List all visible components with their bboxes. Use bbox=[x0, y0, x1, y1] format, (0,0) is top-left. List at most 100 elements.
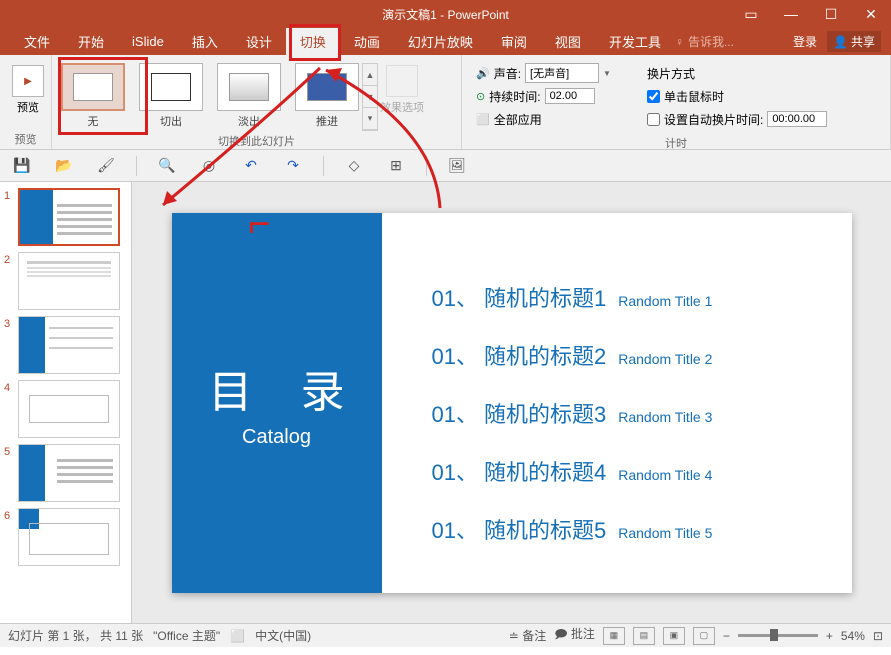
tab-insert[interactable]: 插入 bbox=[178, 28, 232, 55]
timing-group: 🔊声音:[无声音]▼ ⊙持续时间:02.00 ⬜全部应用 换片方式 单击鼠标时 … bbox=[462, 55, 891, 149]
arrow-down-icon[interactable]: ▼ bbox=[363, 86, 377, 108]
shape-icon[interactable]: ◇ bbox=[342, 154, 366, 178]
slide-row[interactable]: 01、随机的标题5Random Title 5 bbox=[432, 513, 832, 545]
redo-icon[interactable]: ↷ bbox=[281, 154, 305, 178]
thumb-6[interactable]: 6 bbox=[4, 508, 127, 566]
apply-all-button[interactable]: 全部应用 bbox=[494, 111, 542, 128]
comments-button[interactable]: 🗩 批注 bbox=[554, 625, 595, 646]
minimize-button[interactable]: — bbox=[771, 0, 811, 28]
slide-content[interactable]: 01、随机的标题1Random Title 1 01、随机的标题2Random T… bbox=[432, 281, 832, 571]
annotation-number: ⌐ bbox=[248, 200, 271, 247]
image-icon[interactable]: 🖼 bbox=[445, 154, 469, 178]
tab-home[interactable]: 开始 bbox=[64, 28, 118, 55]
ribbon-tabs: 文件 开始 iSlide 插入 设计 切换 动画 幻灯片放映 审阅 视图 开发工… bbox=[0, 28, 891, 55]
title-bar: 演示文稿1 - PowerPoint ▭ — ☐ ✕ bbox=[0, 0, 891, 28]
tab-design[interactable]: 设计 bbox=[232, 28, 286, 55]
gallery-group-label: 切换到此幻灯片 bbox=[58, 131, 455, 149]
search-icon[interactable]: 🔍 bbox=[155, 154, 179, 178]
window-title: 演示文稿1 - PowerPoint bbox=[382, 6, 509, 23]
slide-row[interactable]: 01、随机的标题3Random Title 3 bbox=[432, 397, 832, 429]
ribbon-display-icon[interactable]: ▭ bbox=[731, 0, 771, 28]
sorter-view-icon[interactable]: ▤ bbox=[633, 627, 655, 645]
target-icon[interactable]: ◎ bbox=[197, 154, 221, 178]
duration-icon: ⊙ bbox=[476, 90, 485, 103]
auto-after-checkbox[interactable] bbox=[647, 113, 660, 126]
spellcheck-icon[interactable]: ⬜ bbox=[230, 629, 245, 643]
tab-transition[interactable]: 切换 bbox=[286, 28, 340, 55]
tell-me[interactable]: ♀告诉我... bbox=[675, 33, 734, 50]
auto-after-input[interactable]: 00:00.00 bbox=[767, 111, 827, 127]
effect-options: 效果选项 bbox=[378, 59, 426, 131]
duration-input[interactable]: 02.00 bbox=[545, 88, 595, 104]
open-icon[interactable]: 📂 bbox=[52, 154, 76, 178]
fit-window-icon[interactable]: ⊡ bbox=[873, 629, 883, 643]
thumb-4[interactable]: 4 bbox=[4, 380, 127, 438]
tab-file[interactable]: 文件 bbox=[10, 28, 64, 55]
save-icon[interactable]: 💾 bbox=[10, 154, 34, 178]
advance-label: 换片方式 bbox=[647, 63, 827, 83]
slide-count[interactable]: 幻灯片 第 1 张， 共 11 张 bbox=[8, 627, 143, 644]
thumb-3[interactable]: 3 bbox=[4, 316, 127, 374]
slide-row[interactable]: 01、随机的标题4Random Title 4 bbox=[432, 455, 832, 487]
timing-group-label: 计时 bbox=[468, 133, 884, 151]
notes-button[interactable]: ≐ 备注 bbox=[509, 627, 546, 644]
slide-row[interactable]: 01、随机的标题2Random Title 2 bbox=[432, 339, 832, 371]
gallery-more[interactable]: ▲ ▼ ▾ bbox=[362, 63, 378, 131]
close-button[interactable]: ✕ bbox=[851, 0, 891, 28]
theme-name: "Office 主题" bbox=[153, 627, 220, 644]
brush-icon[interactable]: 🖌 bbox=[94, 154, 118, 178]
slide-title-cn: 目 录 bbox=[190, 356, 362, 420]
language[interactable]: 中文(中国) bbox=[255, 627, 311, 644]
slide-thumbnails: 1 ★ 2 3 4 5 6 bbox=[0, 182, 132, 623]
reading-view-icon[interactable]: ▣ bbox=[663, 627, 685, 645]
maximize-button[interactable]: ☐ bbox=[811, 0, 851, 28]
slide-row[interactable]: 01、随机的标题1Random Title 1 bbox=[432, 281, 832, 313]
tab-view[interactable]: 视图 bbox=[541, 28, 595, 55]
tab-animation[interactable]: 动画 bbox=[340, 28, 394, 55]
separator bbox=[426, 156, 427, 176]
tab-islide[interactable]: iSlide bbox=[118, 28, 178, 55]
status-bar: 幻灯片 第 1 张， 共 11 张 "Office 主题" ⬜ 中文(中国) ≐… bbox=[0, 623, 891, 647]
transition-push[interactable]: 推进 bbox=[292, 63, 362, 131]
sound-icon: 🔊 bbox=[476, 67, 490, 80]
slideshow-view-icon[interactable]: ▢ bbox=[693, 627, 715, 645]
tab-review[interactable]: 审阅 bbox=[487, 28, 541, 55]
login-link[interactable]: 登录 bbox=[793, 33, 817, 50]
tab-slideshow[interactable]: 幻灯片放映 bbox=[394, 28, 487, 55]
ribbon: 预览 预览 无 切出 淡出 推进 bbox=[0, 55, 891, 150]
preview-button[interactable]: 预览 bbox=[6, 59, 50, 115]
arrow-up-icon[interactable]: ▲ bbox=[363, 64, 377, 86]
effect-options-icon bbox=[386, 65, 418, 97]
slide-canvas[interactable]: 目 录 Catalog 01、随机的标题1Random Title 101、随机… bbox=[172, 213, 852, 593]
zoom-out-icon[interactable]: − bbox=[723, 629, 730, 643]
share-button[interactable]: 👤共享 bbox=[827, 31, 881, 52]
transition-gallery-group: 无 切出 淡出 推进 ▲ ▼ ▾ bbox=[52, 55, 462, 149]
zoom-level[interactable]: 54% bbox=[841, 629, 865, 643]
zoom-in-icon[interactable]: + bbox=[826, 629, 833, 643]
thumb-1[interactable]: 1 ★ bbox=[4, 188, 127, 246]
preview-group-label: 预览 bbox=[6, 129, 45, 147]
slide-title-en: Catalog bbox=[242, 426, 311, 449]
expand-icon[interactable]: ▾ bbox=[363, 108, 377, 130]
window-controls: ▭ — ☐ ✕ bbox=[731, 0, 891, 28]
undo-icon[interactable]: ↶ bbox=[239, 154, 263, 178]
sound-select[interactable]: [无声音] bbox=[525, 63, 599, 83]
bulb-icon: ♀ bbox=[675, 35, 684, 49]
transition-gallery: 无 切出 淡出 推进 bbox=[58, 59, 362, 131]
thumb-2[interactable]: 2 bbox=[4, 252, 127, 310]
align-icon[interactable]: ⊞ bbox=[384, 154, 408, 178]
share-icon: 👤 bbox=[833, 35, 848, 49]
tab-developer[interactable]: 开发工具 bbox=[595, 28, 675, 55]
transition-none[interactable]: 无 bbox=[58, 63, 128, 131]
quick-access-toolbar: 💾 📂 🖌 🔍 ◎ ↶ ↷ ◇ ⊞ 🖼 bbox=[0, 150, 891, 182]
play-icon bbox=[12, 65, 44, 97]
transition-cut[interactable]: 切出 bbox=[136, 63, 206, 131]
thumb-5[interactable]: 5 bbox=[4, 444, 127, 502]
zoom-slider[interactable] bbox=[738, 634, 818, 637]
normal-view-icon[interactable]: ▦ bbox=[603, 627, 625, 645]
on-click-checkbox[interactable] bbox=[647, 90, 660, 103]
slide-editor[interactable]: 目 录 Catalog 01、随机的标题1Random Title 101、随机… bbox=[132, 182, 891, 623]
dropdown-icon[interactable]: ▼ bbox=[603, 69, 611, 78]
slide-title-block[interactable]: 目 录 Catalog bbox=[172, 213, 382, 593]
transition-fade[interactable]: 淡出 bbox=[214, 63, 284, 131]
